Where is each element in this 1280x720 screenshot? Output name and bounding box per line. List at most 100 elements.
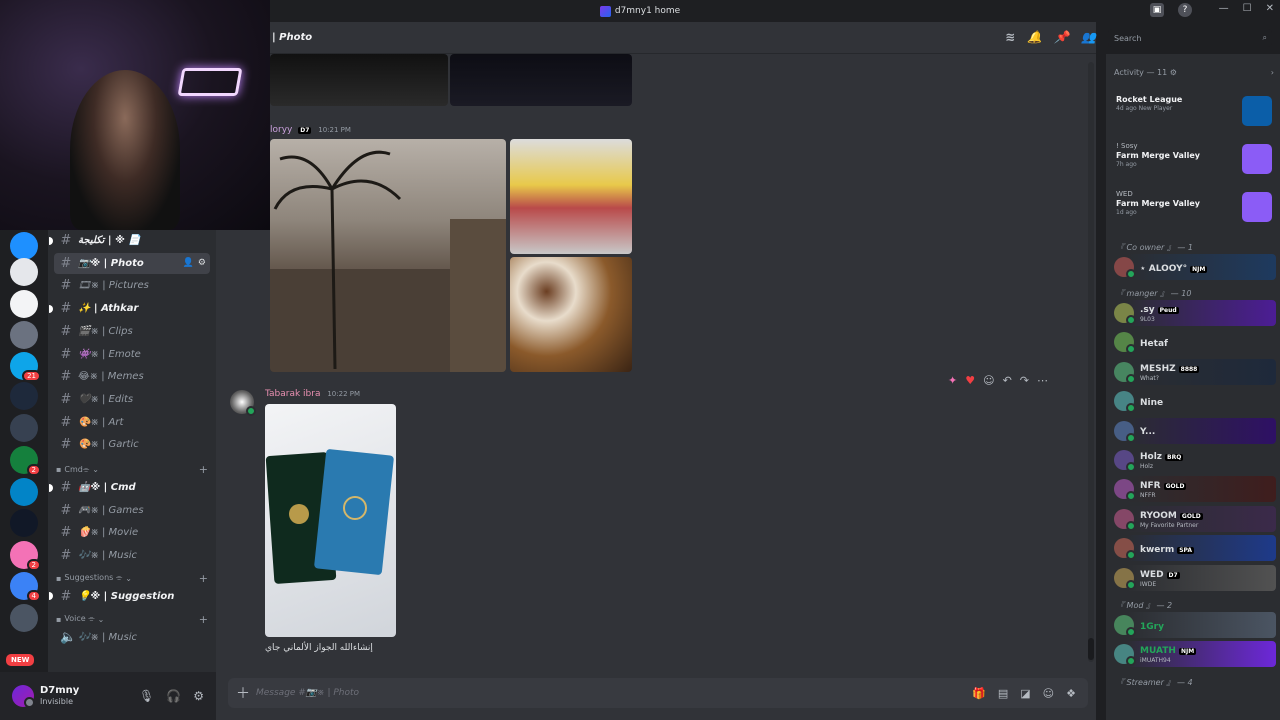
heart-icon[interactable]: ♥ <box>965 374 975 387</box>
channel-item[interactable]: # ✨ | Athkar <box>49 298 210 319</box>
author-name[interactable]: Tabarak ibra <box>265 389 320 399</box>
message-composer[interactable]: ＋ Message #📷※ | Photo 🎁 ▤ ◪ ☺ ❖ <box>228 678 1088 708</box>
image-attachment[interactable] <box>270 54 448 106</box>
image-attachment[interactable] <box>450 54 632 106</box>
server-icon[interactable]: 4 <box>10 572 41 602</box>
server-icon[interactable]: 2 <box>10 446 41 476</box>
avatar[interactable] <box>1114 361 1136 384</box>
channel-item[interactable]: # 😂※ | Memes <box>54 366 210 387</box>
add-channel-icon[interactable]: + <box>199 572 208 585</box>
member-item[interactable]: Nine <box>1110 388 1276 414</box>
channel-item[interactable]: # 🤖※ | Cmd <box>49 477 210 498</box>
member-item[interactable]: 1Gry <box>1110 612 1276 638</box>
threads-icon[interactable]: ≋ <box>1005 30 1015 44</box>
members-icon[interactable]: 👥 <box>1081 30 1096 44</box>
avatar[interactable] <box>12 685 35 708</box>
server-icon[interactable] <box>10 232 38 260</box>
add-channel-icon[interactable]: + <box>199 463 208 476</box>
server-icon[interactable] <box>10 290 38 318</box>
server-icon[interactable] <box>10 321 38 349</box>
server-icon[interactable] <box>10 604 38 632</box>
settings-gear-icon[interactable]: ⚙ <box>193 689 204 703</box>
channel-item[interactable]: # 🎨※ | Art <box>54 412 210 433</box>
channel-item[interactable]: 🔈 🎶※ | Music <box>54 627 210 648</box>
channel-item[interactable]: # 👾※ | Emote <box>54 344 210 365</box>
sticker-icon[interactable]: ◪ <box>1020 687 1030 700</box>
message-author[interactable]: loryy D7 10:21 PM <box>270 125 351 135</box>
member-item[interactable]: .sy Peud 9L03 <box>1110 300 1276 326</box>
emoji-picker-icon[interactable]: ☺ <box>1043 687 1054 700</box>
avatar[interactable] <box>1114 450 1136 472</box>
bell-icon[interactable]: 🔔 <box>1027 30 1042 44</box>
server-icon[interactable] <box>10 414 38 442</box>
avatar[interactable] <box>1114 615 1136 637</box>
react-sparkle-icon[interactable]: ✦ <box>948 374 957 387</box>
emoji-icon[interactable]: ☺ <box>983 374 994 387</box>
channel-item[interactable]: # 🎮※ | Games <box>54 500 210 521</box>
member-item[interactable]: ⋆ ALOOY° NJM <box>1110 254 1276 280</box>
member-item[interactable]: NFR GOLD NFFR <box>1110 476 1276 503</box>
server-icon[interactable] <box>10 509 38 537</box>
apps-icon[interactable]: ❖ <box>1066 687 1076 700</box>
scrollbar[interactable] <box>1088 62 1094 662</box>
member-item[interactable]: Y... <box>1110 417 1276 444</box>
channel-item[interactable]: # 🎶※ | Music <box>54 545 210 566</box>
activity-card[interactable]: ! Sosy Farm Merge Valley 7h ago <box>1110 138 1274 182</box>
help-icon[interactable]: ? <box>1178 3 1192 17</box>
member-item[interactable]: WED D7 IWDE <box>1110 564 1276 591</box>
member-item[interactable]: Holz BRQ Holz <box>1110 447 1276 473</box>
headset-icon[interactable]: 🎧 <box>166 689 181 703</box>
member-item[interactable]: MUATH NJM iMUATH94 <box>1110 641 1276 668</box>
avatar[interactable] <box>1114 479 1136 502</box>
member-item[interactable]: Hetaf <box>1110 329 1276 355</box>
channel-item[interactable]: # تكليجة | ※ 📄 <box>49 230 210 251</box>
image-attachment[interactable] <box>510 139 632 254</box>
channel-item[interactable]: # 📷※ | Photo 👤 ⚙ <box>54 252 210 274</box>
server-icon[interactable] <box>10 382 38 410</box>
avatar[interactable] <box>1114 538 1136 561</box>
minimize-button[interactable]: — <box>1219 3 1229 14</box>
channel-item[interactable]: # 🍿※ | Movie <box>54 522 210 543</box>
avatar[interactable] <box>1114 644 1136 667</box>
activity-card[interactable]: WED Farm Merge Valley 1d ago <box>1110 186 1274 230</box>
activity-card[interactable]: Rocket League 4d ago New Player <box>1110 90 1274 134</box>
channel-item[interactable]: # 🎬※ | Clips <box>54 321 210 342</box>
image-attachment[interactable] <box>270 139 506 372</box>
server-icon[interactable]: 21 <box>10 352 41 382</box>
pin-icon[interactable]: 📌 <box>1054 30 1069 44</box>
image-attachment[interactable] <box>510 257 632 372</box>
avatar[interactable] <box>1114 257 1136 279</box>
member-item[interactable]: MESHZ 8888 What? <box>1110 358 1276 385</box>
avatar[interactable] <box>1114 567 1136 590</box>
server-icon[interactable]: 2 <box>10 541 41 571</box>
avatar[interactable] <box>1114 332 1136 355</box>
author-name[interactable]: loryy <box>270 125 292 135</box>
channel-category[interactable]: ▪ Voice ⌯ ⌄ + <box>56 613 208 626</box>
add-member-icon[interactable]: 👤 <box>183 258 194 268</box>
avatar[interactable] <box>230 390 256 416</box>
server-icon[interactable] <box>10 478 38 506</box>
gif-icon[interactable]: ▤ <box>998 687 1008 700</box>
reply-icon[interactable]: ↶ <box>1003 374 1012 387</box>
avatar[interactable] <box>1114 303 1136 325</box>
channel-category[interactable]: ▪ Cmd⌯ ⌄ + <box>56 463 208 476</box>
search-input[interactable]: Search ⌕ <box>1108 29 1272 47</box>
close-button[interactable]: ✕ <box>1266 3 1274 14</box>
channel-settings-icon[interactable]: ⚙ <box>198 258 206 268</box>
composer-placeholder[interactable]: Message #📷※ | Photo <box>256 688 359 698</box>
add-channel-icon[interactable]: + <box>199 613 208 626</box>
scrollbar-thumb[interactable] <box>1088 638 1094 660</box>
channel-item[interactable]: # 🎞※ | Pictures <box>54 275 210 296</box>
member-item[interactable]: kwerm SPA <box>1110 535 1276 562</box>
avatar[interactable] <box>1114 508 1136 531</box>
avatar[interactable] <box>1114 420 1136 443</box>
inbox-icon[interactable]: ▣ <box>1150 3 1164 17</box>
avatar[interactable] <box>1114 391 1136 414</box>
channel-item[interactable]: # 💡※ | Suggestion <box>49 586 210 607</box>
server-icon[interactable] <box>10 258 38 286</box>
channel-item[interactable]: # 🎨※ | Gartic <box>54 434 210 455</box>
message-author[interactable]: Tabarak ibra 10:22 PM <box>265 389 360 399</box>
member-item[interactable]: RYOOM GOLD My Favorite Partner <box>1110 505 1276 532</box>
channel-item[interactable]: # 🖤※ | Edits <box>54 389 210 410</box>
attach-plus-icon[interactable]: ＋ <box>236 683 256 703</box>
